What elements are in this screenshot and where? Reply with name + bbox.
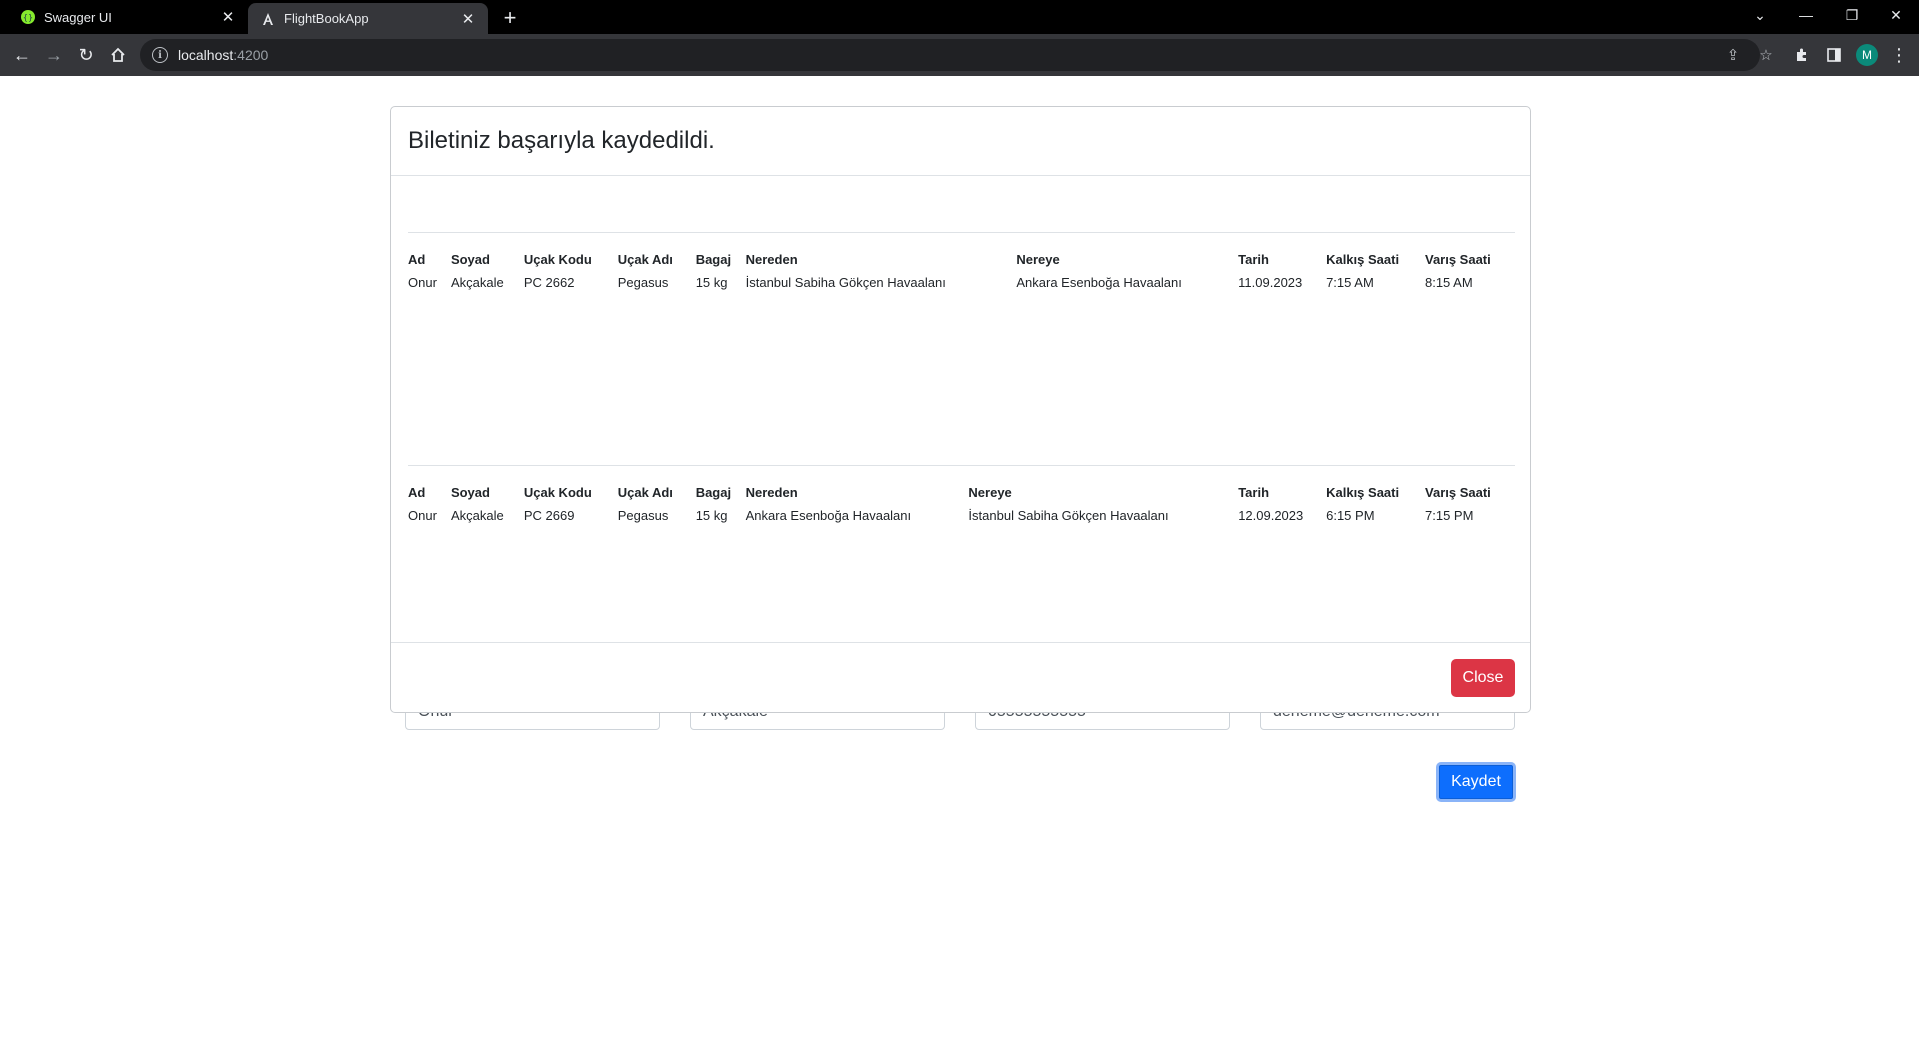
kalkis-cell: 6:15 PM — [1326, 508, 1375, 523]
tab-search-icon[interactable]: ⌄ — [1737, 0, 1783, 30]
varis-cell: 8:15 AM — [1424, 275, 1473, 290]
minimize-icon[interactable]: — — [1783, 0, 1829, 30]
column-header: Tarih — [1238, 252, 1269, 267]
ticket-table: Ad Soyad Uçak Kodu Uçak Adı Bagaj Nerede… — [408, 466, 1515, 523]
reload-icon[interactable]: ↻ — [72, 41, 100, 69]
page-content: Onur Akçakale 05555555555 deneme@deneme.… — [0, 76, 1919, 1040]
kaydet-button[interactable]: Kaydet — [1436, 762, 1516, 802]
bookmark-star-icon[interactable]: ☆ — [1756, 45, 1776, 65]
nereden-cell: İstanbul Sabiha Gökçen Havaalanı — [745, 275, 946, 290]
browser-tab-bar: {} Swagger UI ✕ FlightBookApp ✕ + ⌄ — ❐ … — [0, 0, 1919, 34]
tab-label: FlightBookApp — [284, 11, 369, 26]
ticket-row: Onur Akçakale PC 2669 Pegasus 15 kg Anka… — [408, 504, 1515, 523]
restore-icon[interactable]: ❐ — [1829, 0, 1875, 30]
new-tab-icon[interactable]: + — [496, 4, 524, 32]
ad-cell: Onur — [408, 275, 437, 290]
column-header: Bagaj — [695, 252, 732, 267]
column-header: Uçak Adı — [617, 485, 673, 500]
column-header: Ad — [408, 252, 426, 267]
tarih-cell: 12.09.2023 — [1238, 508, 1304, 523]
home-icon[interactable] — [104, 41, 132, 69]
site-info-icon[interactable]: i — [152, 47, 168, 63]
ucak-kodu-cell: PC 2662 — [523, 275, 575, 290]
column-header: Tarih — [1238, 485, 1270, 500]
column-header: Nereye — [1016, 252, 1060, 267]
column-header: Nereye — [968, 485, 1012, 500]
soyad-cell: Akçakale — [450, 508, 504, 523]
column-header: Varış Saati — [1424, 252, 1491, 267]
share-icon[interactable]: ⇪ — [1723, 45, 1743, 65]
ticket-card: Ad Soyad Uçak Kodu Uçak Adı Bagaj Nerede… — [408, 232, 1515, 290]
ticket-header-row: Ad Soyad Uçak Kodu Uçak Adı Bagaj Nerede… — [408, 466, 1515, 504]
bagaj-cell: 15 kg — [695, 275, 728, 290]
modal-title: Biletiniz başarıyla kaydedildi. — [408, 127, 715, 154]
ticket-table: Ad Soyad Uçak Kodu Uçak Adı Bagaj Nerede… — [408, 233, 1515, 290]
tab-label: Swagger UI — [44, 9, 112, 25]
close-tab-icon[interactable]: ✕ — [460, 11, 476, 28]
ticket-card: Ad Soyad Uçak Kodu Uçak Adı Bagaj Nerede… — [408, 465, 1515, 523]
column-header: Uçak Kodu — [523, 252, 592, 267]
tab-swagger-ui[interactable]: {} Swagger UI ✕ — [8, 0, 248, 34]
tarih-cell: 11.09.2023 — [1238, 275, 1303, 290]
forward-icon[interactable]: → — [40, 41, 68, 69]
column-header: Soyad — [450, 252, 490, 267]
ticket-header-row: Ad Soyad Uçak Kodu Uçak Adı Bagaj Nerede… — [408, 233, 1515, 271]
kalkis-cell: 7:15 AM — [1326, 275, 1374, 290]
browser-toolbar: ← → ↻ i localhost:4200 ⇪ ☆ M ⋮ — [0, 34, 1919, 76]
close-window-icon[interactable]: ✕ — [1873, 0, 1919, 30]
column-header: Kalkış Saati — [1326, 252, 1400, 267]
column-header: Kalkış Saati — [1326, 485, 1400, 500]
tab-flightbookapp[interactable]: FlightBookApp ✕ — [248, 3, 488, 34]
url-port: :4200 — [233, 47, 269, 63]
back-icon[interactable]: ← — [8, 41, 36, 69]
success-modal: Biletiniz başarıyla kaydedildi. Ad Soyad… — [390, 106, 1531, 713]
ticket-row: Onur Akçakale PC 2662 Pegasus 15 kg İsta… — [408, 271, 1515, 290]
menu-kebab-icon[interactable]: ⋮ — [1885, 41, 1913, 69]
column-header: Nereden — [745, 485, 798, 500]
ucak-kodu-cell: PC 2669 — [523, 508, 575, 523]
varis-cell: 7:15 PM — [1425, 508, 1474, 523]
ucak-adi-cell: Pegasus — [617, 275, 669, 290]
column-header: Nereden — [745, 252, 798, 267]
url-host: localhost — [178, 47, 234, 63]
modal-header: Biletiniz başarıyla kaydedildi. — [391, 107, 1530, 176]
column-header: Bagaj — [695, 485, 732, 500]
column-header: Uçak Adı — [617, 252, 673, 267]
nereden-cell: Ankara Esenboğa Havaalanı — [745, 508, 912, 523]
angular-icon — [260, 11, 276, 27]
bagaj-cell: 15 kg — [695, 508, 728, 523]
column-header: Ad — [408, 485, 426, 500]
close-tab-icon[interactable]: ✕ — [220, 9, 236, 26]
modal-footer: Close — [391, 642, 1530, 714]
nereye-cell: İstanbul Sabiha Gökçen Havaalanı — [968, 508, 1169, 523]
close-button[interactable]: Close — [1451, 659, 1515, 697]
address-bar[interactable]: i localhost:4200 ⇪ ☆ — [140, 39, 1773, 71]
svg-text:{}: {} — [23, 13, 33, 22]
extensions-icon[interactable] — [1788, 41, 1816, 69]
ucak-adi-cell: Pegasus — [617, 508, 669, 523]
column-header: Varış Saati — [1425, 485, 1491, 500]
ad-cell: Onur — [408, 508, 437, 523]
nereye-cell: Ankara Esenboğa Havaalanı — [1016, 275, 1182, 290]
column-header: Uçak Kodu — [523, 485, 592, 500]
soyad-cell: Akçakale — [450, 275, 504, 290]
swagger-icon: {} — [20, 9, 36, 25]
column-header: Soyad — [450, 485, 490, 500]
side-panel-icon[interactable] — [1820, 41, 1848, 69]
profile-avatar[interactable]: M — [1856, 44, 1878, 66]
